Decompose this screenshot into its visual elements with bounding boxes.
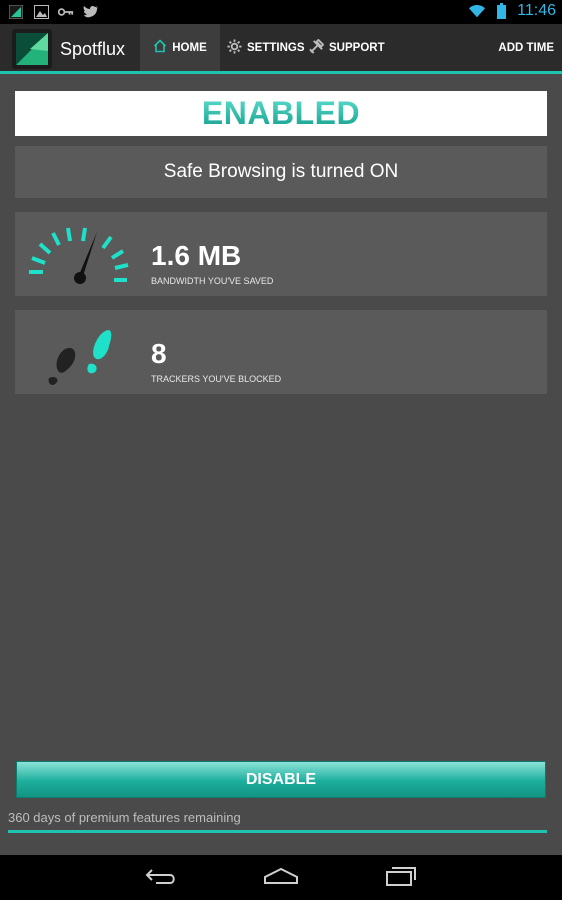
disable-button[interactable]: DISABLE xyxy=(16,761,546,798)
back-button[interactable] xyxy=(141,863,181,893)
add-time-button[interactable]: ADD TIME xyxy=(498,24,554,71)
enabled-banner: ENABLED xyxy=(15,91,547,136)
key-icon xyxy=(58,4,74,20)
tab-home-label: HOME xyxy=(172,41,207,54)
tab-settings-label: SETTINGS xyxy=(247,41,305,54)
tab-support[interactable]: SUPPORT xyxy=(309,24,385,71)
home-icon xyxy=(153,39,167,56)
premium-progress-fill xyxy=(8,830,547,833)
home-nav-button[interactable] xyxy=(261,863,301,893)
safe-browsing-text: Safe Browsing is turned ON xyxy=(163,161,399,182)
status-bar: 11:46 xyxy=(0,0,562,24)
trackers-stat-card: 8 TRACKERS YOU'VE BLOCKED xyxy=(15,310,547,394)
twitter-icon xyxy=(83,4,99,20)
recent-apps-icon xyxy=(384,865,418,892)
tools-icon xyxy=(309,38,325,57)
clock: 11:46 xyxy=(517,2,556,19)
app-title: Spotflux xyxy=(60,39,126,59)
back-icon xyxy=(144,866,178,891)
footprints-icon xyxy=(25,316,145,392)
enabled-label: ENABLED xyxy=(201,95,361,131)
trackers-value: 8 xyxy=(151,338,167,369)
spotflux-notification-icon xyxy=(8,4,24,20)
bandwidth-caption: BANDWIDTH YOU'VE SAVED xyxy=(151,276,274,286)
action-bar: Spotflux HOME SETTINGS SUPPORT ADD TIME xyxy=(0,24,562,74)
battery-icon xyxy=(493,3,509,19)
trackers-caption: TRACKERS YOU'VE BLOCKED xyxy=(151,374,282,384)
safe-browsing-card: Safe Browsing is turned ON xyxy=(15,146,547,198)
speedometer-icon xyxy=(25,218,145,294)
gear-icon xyxy=(227,38,242,57)
wifi-icon xyxy=(469,3,486,19)
bandwidth-stat-card: 1.6 MB BANDWIDTH YOU'VE SAVED xyxy=(15,212,547,296)
recent-apps-button[interactable] xyxy=(381,863,421,893)
image-icon xyxy=(33,4,49,20)
premium-progress-bar xyxy=(8,830,547,833)
tab-settings[interactable]: SETTINGS xyxy=(227,24,305,71)
home-nav-icon xyxy=(263,866,299,891)
spotflux-logo xyxy=(12,29,52,69)
premium-remaining-text: 360 days of premium features remaining xyxy=(8,810,241,825)
tab-support-label: SUPPORT xyxy=(329,41,385,54)
bandwidth-value: 1.6 MB xyxy=(151,240,242,271)
tab-home[interactable]: HOME xyxy=(140,24,220,71)
navigation-bar xyxy=(0,855,562,900)
